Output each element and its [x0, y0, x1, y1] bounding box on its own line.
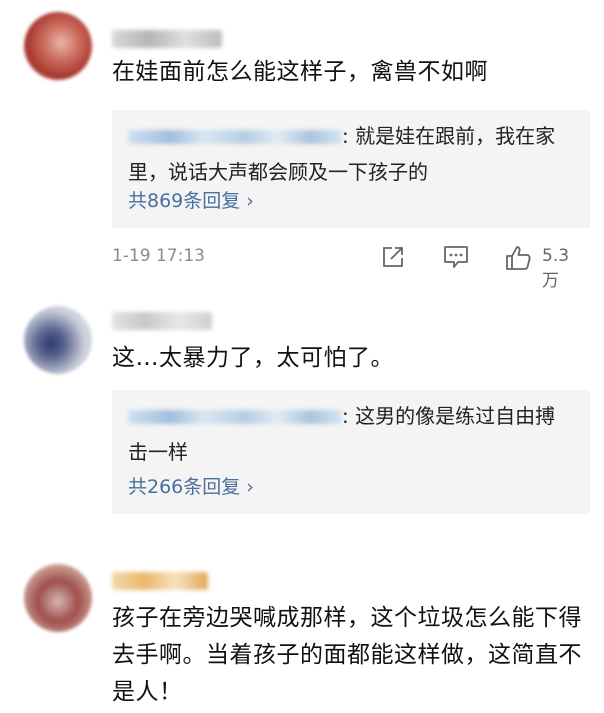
username-blurred[interactable] [112, 572, 208, 590]
comment-text: 在娃面前怎么能这样子，禽兽不如啊 [112, 59, 488, 85]
comment-item: 在娃面前怎么能这样子，禽兽不如啊 : 就是娃在跟前，我在家里，说话大声都会顾及一… [0, 0, 604, 291]
share-icon[interactable] [380, 244, 406, 274]
avatar[interactable] [24, 306, 92, 374]
reply-preview-box[interactable]: : 就是娃在跟前，我在家里，说话大声都会顾及一下孩子的 共869条回复 › [112, 110, 590, 228]
comment-item: 这…太暴力了，太可怕了。 : 这男的像是练过自由搏击一样 共266条回复 › [0, 300, 604, 540]
timestamp: 1-19 17:13 [112, 246, 205, 266]
avatar[interactable] [24, 12, 92, 80]
comment-icon[interactable] [442, 244, 470, 274]
reply-preview-text: : 这男的像是练过自由搏击一样 [128, 404, 556, 464]
username-blurred[interactable] [112, 312, 212, 330]
comment-text: 孩子在旁边哭喊成那样，这个垃圾怎么能下得去手啊。当着孩子的面都能这样做，这简直不… [112, 605, 582, 705]
avatar[interactable] [24, 564, 92, 632]
reply-preview-text: : 就是娃在跟前，我在家里，说话大声都会顾及一下孩子的 [128, 124, 556, 184]
reply-preview-box[interactable]: : 这男的像是练过自由搏击一样 共266条回复 › [112, 390, 590, 514]
reply-count-link[interactable]: 共869条回复 › [128, 186, 254, 213]
thumbs-up-icon[interactable] [504, 244, 532, 276]
comment-text: 这…太暴力了，太可怕了。 [112, 345, 394, 371]
comment-meta: 1-19 17:13 5.3万 [112, 244, 582, 291]
username-blurred[interactable] [112, 30, 222, 48]
like-count: 5.3万 [542, 246, 570, 291]
comment-item: 孩子在旁边哭喊成那样，这个垃圾怎么能下得去手啊。当着孩子的面都能这样做，这简直不… [0, 558, 604, 713]
reply-count-link[interactable]: 共266条回复 › [128, 472, 254, 499]
